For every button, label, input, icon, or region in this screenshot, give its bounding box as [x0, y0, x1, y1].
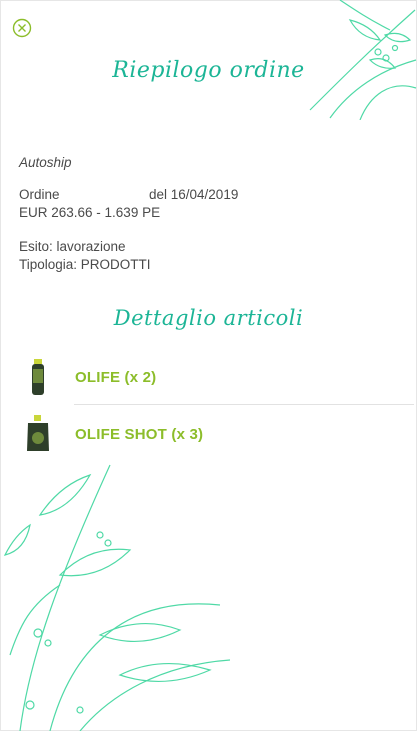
- order-status: Esito: lavorazione: [19, 239, 126, 254]
- order-typology: Tipologia: PRODOTTI: [19, 257, 151, 272]
- order-row: Ordine del 16/04/2019: [19, 186, 238, 204]
- order-date: del 16/04/2019: [149, 187, 239, 202]
- bottle-icon: [32, 359, 44, 395]
- list-item[interactable]: OLIFE SHOT (x 3): [0, 407, 417, 461]
- pouch-icon: [27, 415, 49, 451]
- list-item[interactable]: OLIFE (x 2): [0, 350, 417, 404]
- order-summary: Autoship Ordine del 16/04/2019 EUR 263.6…: [19, 154, 238, 274]
- item-divider: [74, 404, 414, 405]
- item-name: OLIFE (x 2): [75, 368, 157, 386]
- page-title: Riepilogo ordine: [112, 58, 305, 83]
- details-title: Dettaglio articoli: [113, 306, 304, 330]
- order-amounts: EUR 263.66 - 1.639 PE: [19, 205, 161, 220]
- close-button[interactable]: [12, 18, 32, 38]
- close-circle-icon: [12, 18, 32, 38]
- order-label: Ordine: [19, 187, 60, 202]
- item-name: OLIFE SHOT (x 3): [75, 425, 204, 443]
- order-type: Autoship: [19, 155, 72, 170]
